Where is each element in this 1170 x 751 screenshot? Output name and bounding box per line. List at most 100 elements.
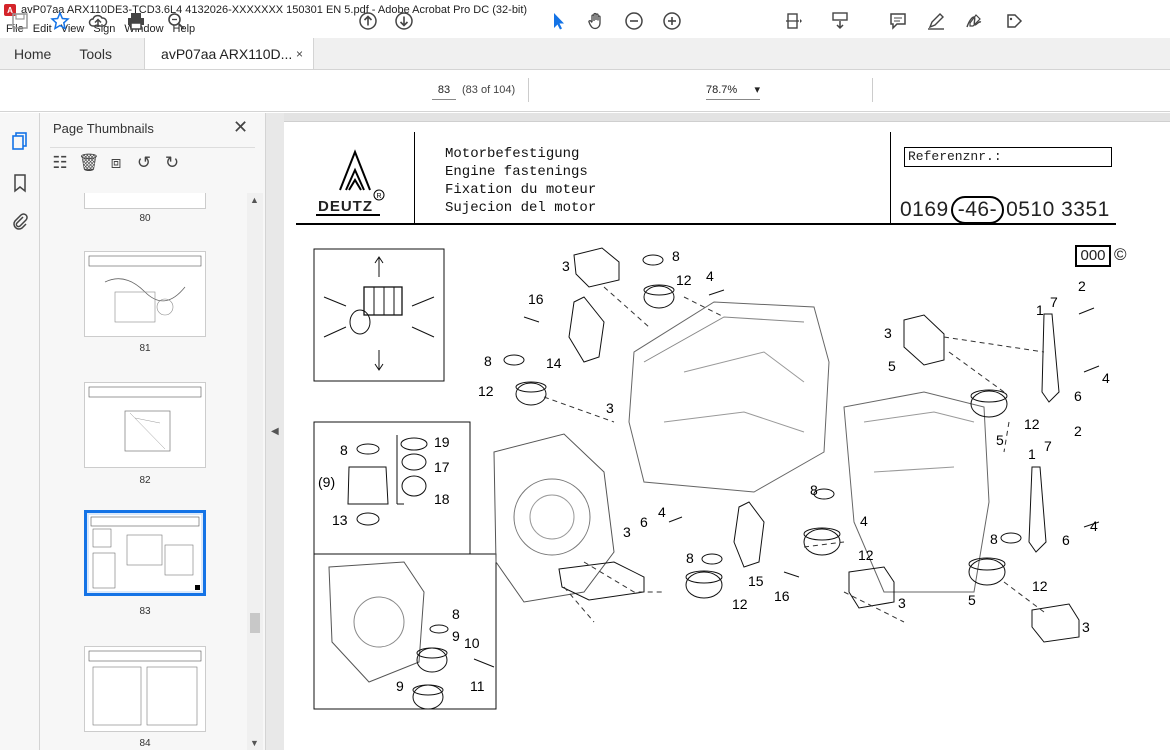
- callout-label: 12: [1024, 416, 1040, 432]
- zoom-in-icon[interactable]: [660, 9, 684, 33]
- callout-label: 12: [732, 596, 748, 612]
- callout-label: 4: [1090, 518, 1098, 534]
- scroll-up-icon[interactable]: ▲: [250, 195, 259, 205]
- callout-label: 4: [1102, 370, 1110, 386]
- toolbar: [0, 70, 1170, 112]
- page-thumbnails-icon[interactable]: [8, 129, 32, 153]
- panel-title: Page Thumbnails: [53, 121, 154, 136]
- callout-label: 4: [658, 504, 666, 520]
- page-thumbnails-panel: Page Thumbnails ✕ ☷ 🗑 ⧈ ↺ ↻ 80 81 82 83 …: [40, 113, 266, 750]
- collapse-panel-icon[interactable]: ◀: [271, 426, 279, 437]
- tab-document[interactable]: avP07aa ARX110D... ×: [144, 38, 315, 69]
- callout-label: 12: [478, 383, 494, 399]
- zoom-level-dropdown[interactable]: 78.7% ▾: [706, 80, 760, 100]
- callout-label: 3: [562, 258, 570, 274]
- zoom-out-icon[interactable]: [622, 9, 646, 33]
- callout-label: 19: [434, 434, 450, 450]
- callout-label: 8: [484, 353, 492, 369]
- fit-page-icon[interactable]: [782, 9, 806, 33]
- sign-icon[interactable]: [962, 9, 986, 33]
- callout-label: 14: [546, 355, 562, 371]
- callout-label: 16: [774, 588, 790, 604]
- thumbnail-list: 80 81 82 83 84: [40, 193, 250, 750]
- divider: [50, 147, 255, 148]
- thumbnail-page[interactable]: [84, 646, 206, 732]
- thumbnail-scrollbar[interactable]: ▲ ▼: [247, 193, 263, 750]
- callout-label: 9: [452, 628, 460, 644]
- tab-home[interactable]: Home: [0, 38, 65, 69]
- callout-label: 1: [1036, 302, 1044, 318]
- tab-document-label: avP07aa ARX110D...: [161, 45, 293, 62]
- chevron-down-icon: ▾: [754, 84, 760, 96]
- callout-label: 12: [1032, 578, 1048, 594]
- highlight-pen-icon[interactable]: [924, 9, 948, 33]
- callout-label: 6: [1074, 388, 1082, 404]
- thumbnail-label: 84: [139, 738, 151, 749]
- callout-label: 8: [672, 248, 680, 264]
- thumbnail-label: 81: [139, 343, 151, 354]
- zoom-level-value: 78.7%: [706, 84, 738, 96]
- left-rail: [0, 113, 40, 750]
- thumbnail-label: 80: [139, 213, 151, 224]
- callout-label: 3: [606, 400, 614, 416]
- callout-label: 5: [996, 432, 1004, 448]
- panel-splitter[interactable]: ◀: [266, 113, 284, 750]
- callout-label: 4: [860, 513, 868, 529]
- print-icon[interactable]: [124, 9, 148, 33]
- hand-tool-icon[interactable]: [584, 9, 608, 33]
- thumbnail-label: 83: [139, 606, 151, 617]
- close-panel-icon[interactable]: ✕: [233, 117, 248, 138]
- callout-label: 12: [676, 272, 692, 288]
- comment-icon[interactable]: [886, 9, 910, 33]
- callout-label: 2: [1074, 423, 1082, 439]
- next-page-icon[interactable]: [392, 9, 416, 33]
- callout-label: 3: [884, 325, 892, 341]
- callout-label: 15: [748, 573, 764, 589]
- callout-label: 12: [858, 547, 874, 563]
- scroll-mode-icon[interactable]: [828, 9, 852, 33]
- attachment-icon[interactable]: [8, 209, 32, 233]
- thumbnail-page[interactable]: [84, 251, 206, 337]
- rotate-counterclockwise-icon[interactable]: ↺: [134, 153, 154, 173]
- thumbnail-label: 82: [139, 475, 151, 486]
- callout-label: 8: [452, 606, 460, 622]
- save-icon[interactable]: [8, 9, 32, 33]
- callout-label: 1: [1028, 446, 1036, 462]
- thumbnail-page[interactable]: [84, 382, 206, 468]
- zoom-search-icon[interactable]: [164, 9, 188, 33]
- thumbnail-page[interactable]: [84, 193, 206, 209]
- cloud-upload-icon[interactable]: [86, 9, 110, 33]
- scroll-down-icon[interactable]: ▼: [250, 738, 259, 748]
- bookmark-icon[interactable]: [8, 171, 32, 195]
- callout-label: 3: [1082, 619, 1090, 635]
- panel-toolbar: ☷ 🗑 ⧈ ↺ ↻: [50, 153, 182, 173]
- callout-label: 8: [686, 550, 694, 566]
- callout-label: 18: [434, 491, 450, 507]
- tab-bar: Home Tools avP07aa ARX110D... ×: [0, 38, 1170, 70]
- callout-label: 7: [1050, 294, 1058, 310]
- thumbnail-page-selected[interactable]: [84, 510, 206, 596]
- previous-page-icon[interactable]: [356, 9, 380, 33]
- star-icon[interactable]: [48, 9, 72, 33]
- delete-icon[interactable]: 🗑: [78, 153, 100, 173]
- callout-label: 5: [888, 358, 896, 374]
- callout-label: 8: [340, 442, 348, 458]
- page-number-input[interactable]: 83: [432, 80, 456, 100]
- toolbar-divider: [528, 78, 529, 102]
- toolbar-divider: [872, 78, 873, 102]
- tab-tools[interactable]: Tools: [65, 38, 126, 69]
- pdf-page: R DEUTZ Motorbefestigung Engine fastenin…: [284, 121, 1170, 750]
- callout-label: 7: [1044, 438, 1052, 454]
- thumbnail-options-icon[interactable]: ☷: [50, 153, 70, 173]
- scrollbar-thumb[interactable]: [250, 613, 260, 633]
- callout-label: 3: [898, 595, 906, 611]
- callout-label: 2: [1078, 278, 1086, 294]
- callout-label: 13: [332, 512, 348, 528]
- rotate-clockwise-icon[interactable]: ↻: [162, 153, 182, 173]
- exploded-view-illustration: [313, 247, 1100, 710]
- share-tag-icon[interactable]: [1002, 9, 1026, 33]
- insert-page-icon[interactable]: ⧈: [106, 153, 126, 173]
- callout-label: 17: [434, 459, 450, 475]
- close-tab-icon[interactable]: ×: [296, 47, 303, 61]
- select-cursor-icon[interactable]: [546, 9, 570, 33]
